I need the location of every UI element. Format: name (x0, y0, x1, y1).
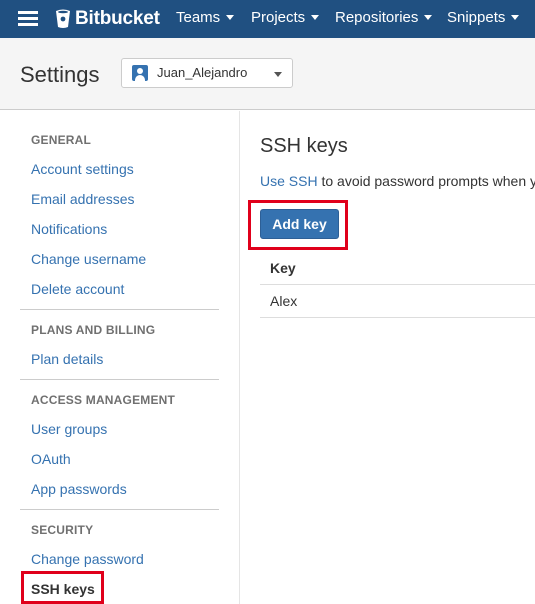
nav-projects-label: Projects (251, 9, 306, 26)
sidebar-divider (20, 379, 219, 380)
column-header-key: Key (270, 260, 296, 276)
nav-projects[interactable]: Projects (251, 9, 320, 26)
user-avatar-icon (132, 65, 148, 81)
page-title: Settings (20, 62, 100, 87)
sidebar-item-app-passwords[interactable]: App passwords (31, 481, 127, 497)
sidebar-item-account-settings[interactable]: Account settings (31, 161, 134, 177)
sidebar-item-user-groups[interactable]: User groups (31, 421, 107, 437)
top-navigation-bar: Bitbucket Teams Projects Repositories Sn… (0, 0, 535, 38)
chevron-down-icon (424, 14, 433, 20)
sidebar-heading-access-management: ACCESS MANAGEMENT (31, 393, 176, 407)
bitbucket-logo[interactable]: Bitbucket (55, 7, 160, 31)
settings-sidebar: GENERAL Account settings Email addresses… (0, 111, 240, 604)
sidebar-item-change-password[interactable]: Change password (31, 551, 144, 567)
bitbucket-bucket-icon (56, 9, 70, 28)
table-divider (260, 284, 535, 285)
nav-snippets[interactable]: Snippets (447, 9, 520, 26)
table-row[interactable]: Alex (270, 293, 297, 309)
sidebar-heading-plans-billing: PLANS AND BILLING (31, 323, 156, 337)
sidebar-heading-general: GENERAL (31, 133, 92, 147)
account-name: Juan_Alejandro (157, 65, 248, 80)
add-key-button[interactable]: Add key (260, 209, 339, 239)
sidebar-item-email-addresses[interactable]: Email addresses (31, 191, 135, 207)
brand-name: Bitbucket (75, 8, 160, 29)
chevron-down-icon (226, 14, 235, 20)
ssh-keys-panel: SSH keys Use SSH to avoid password promp… (241, 111, 535, 604)
sidebar-item-delete-account[interactable]: Delete account (31, 281, 124, 297)
account-selector[interactable]: Juan_Alejandro (121, 58, 293, 88)
table-divider (260, 317, 535, 318)
intro-description: to avoid password prompts when y (317, 173, 535, 189)
menu-icon[interactable] (18, 11, 38, 27)
chevron-down-icon (311, 14, 320, 20)
section-title: SSH keys (260, 135, 348, 157)
sidebar-item-change-username[interactable]: Change username (31, 251, 146, 267)
sidebar-item-ssh-keys[interactable]: SSH keys (31, 581, 95, 597)
chevron-down-icon (511, 14, 520, 20)
intro-text: Use SSH to avoid password prompts when y (260, 173, 535, 189)
nav-teams-label: Teams (176, 9, 221, 26)
sidebar-item-notifications[interactable]: Notifications (31, 221, 107, 237)
sidebar-item-plan-details[interactable]: Plan details (31, 351, 103, 367)
nav-snippets-label: Snippets (447, 9, 506, 26)
sidebar-divider (20, 509, 219, 510)
sidebar-divider (20, 309, 219, 310)
nav-teams[interactable]: Teams (176, 9, 235, 26)
sidebar-heading-security: SECURITY (31, 523, 94, 537)
settings-header: Settings Juan_Alejandro (0, 38, 535, 110)
chevron-down-icon (274, 72, 282, 77)
use-ssh-link[interactable]: Use SSH (260, 173, 318, 189)
nav-repositories-label: Repositories (335, 9, 419, 26)
nav-repositories[interactable]: Repositories (335, 9, 433, 26)
sidebar-item-oauth[interactable]: OAuth (31, 451, 71, 467)
